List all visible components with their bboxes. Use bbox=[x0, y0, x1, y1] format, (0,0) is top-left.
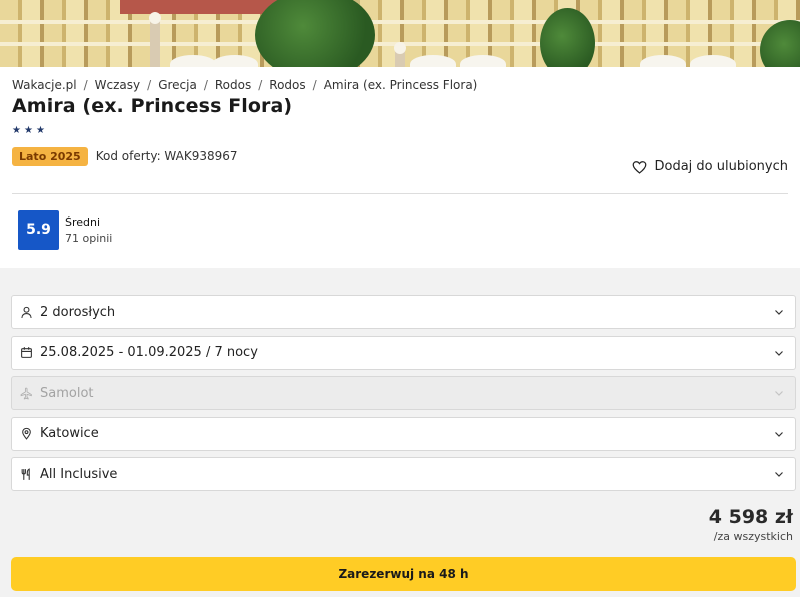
board-select[interactable]: All Inclusive bbox=[11, 457, 796, 491]
offer-code: Kod oferty: WAK938967 bbox=[95, 149, 238, 163]
divider bbox=[12, 193, 788, 194]
rating-score: 5.9 bbox=[18, 210, 59, 250]
booking-form: 2 dorosłych 25.08.2025 - 01.09.2025 / 7 … bbox=[0, 268, 800, 491]
board-value: All Inclusive bbox=[40, 466, 118, 482]
star-icon: ★ bbox=[35, 125, 45, 136]
transport-select: Samolot bbox=[11, 376, 796, 410]
person-icon bbox=[19, 305, 33, 319]
chevron-down-icon bbox=[775, 472, 783, 477]
chevron-down-icon bbox=[775, 310, 783, 315]
chevron-down-icon bbox=[775, 350, 783, 356]
favorites-label: Dodaj do ulubionych bbox=[654, 159, 789, 174]
breadcrumb-item[interactable]: Grecja bbox=[158, 78, 197, 92]
price-amount: 4 598 zł bbox=[708, 506, 793, 528]
hotel-title: Amira (ex. Princess Flora) bbox=[12, 95, 293, 117]
breadcrumb: Wakacje.pl / Wczasy / Grecja / Rodos / R… bbox=[12, 67, 788, 93]
breadcrumb-item[interactable]: Rodos bbox=[215, 78, 251, 92]
chevron-down-icon bbox=[775, 391, 783, 396]
breadcrumb-separator: / bbox=[203, 78, 208, 92]
transport-value: Samolot bbox=[40, 385, 94, 401]
hotel-header: Wakacje.pl / Wczasy / Grecja / Rodos / R… bbox=[0, 67, 800, 268]
plane-icon bbox=[19, 386, 33, 400]
breadcrumb-item[interactable]: Wakacje.pl bbox=[12, 78, 77, 92]
star-icon: ★ bbox=[23, 125, 33, 136]
breadcrumb-separator: / bbox=[258, 78, 263, 92]
travelers-value: 2 dorosłych bbox=[40, 304, 116, 320]
location-pin-icon bbox=[19, 427, 33, 441]
star-icon: ★ bbox=[12, 125, 21, 136]
breadcrumb-separator: / bbox=[312, 78, 317, 92]
breadcrumb-separator: / bbox=[147, 78, 152, 92]
travelers-select[interactable]: 2 dorosłych bbox=[11, 295, 796, 329]
departure-value: Katowice bbox=[40, 426, 99, 441]
calendar-icon bbox=[19, 346, 33, 360]
book-button[interactable]: Zarezerwuj na 48 h bbox=[11, 557, 796, 591]
cutlery-icon bbox=[19, 467, 33, 481]
star-rating: ★ ★ ★ bbox=[12, 125, 788, 139]
heart-icon bbox=[632, 160, 646, 174]
chevron-down-icon bbox=[775, 431, 783, 437]
price-summary: 4 598 zł /za wszystkich bbox=[709, 506, 793, 543]
rating-label: Średni bbox=[65, 215, 101, 229]
dates-select[interactable]: 25.08.2025 - 01.09.2025 / 7 nocy bbox=[11, 335, 796, 370]
season-badge: Lato 2025 bbox=[12, 146, 88, 166]
rating-summary[interactable]: 5.9 Średni 71 opinii bbox=[18, 210, 112, 250]
dates-value: 25.08.2025 - 01.09.2025 / 7 nocy bbox=[40, 345, 258, 360]
add-to-favorites-button[interactable]: Dodaj do ulubionych bbox=[632, 159, 789, 174]
departure-select[interactable]: Katowice bbox=[11, 416, 796, 451]
breadcrumb-separator: / bbox=[83, 78, 88, 92]
hero-image bbox=[0, 0, 800, 67]
breadcrumb-item[interactable]: Rodos bbox=[269, 78, 305, 92]
breadcrumb-item[interactable]: Wczasy bbox=[95, 78, 140, 92]
breadcrumb-current: Amira (ex. Princess Flora) bbox=[323, 78, 478, 92]
review-count: 71 opinii bbox=[65, 231, 113, 245]
price-per-label: /za wszystkich bbox=[713, 530, 793, 543]
